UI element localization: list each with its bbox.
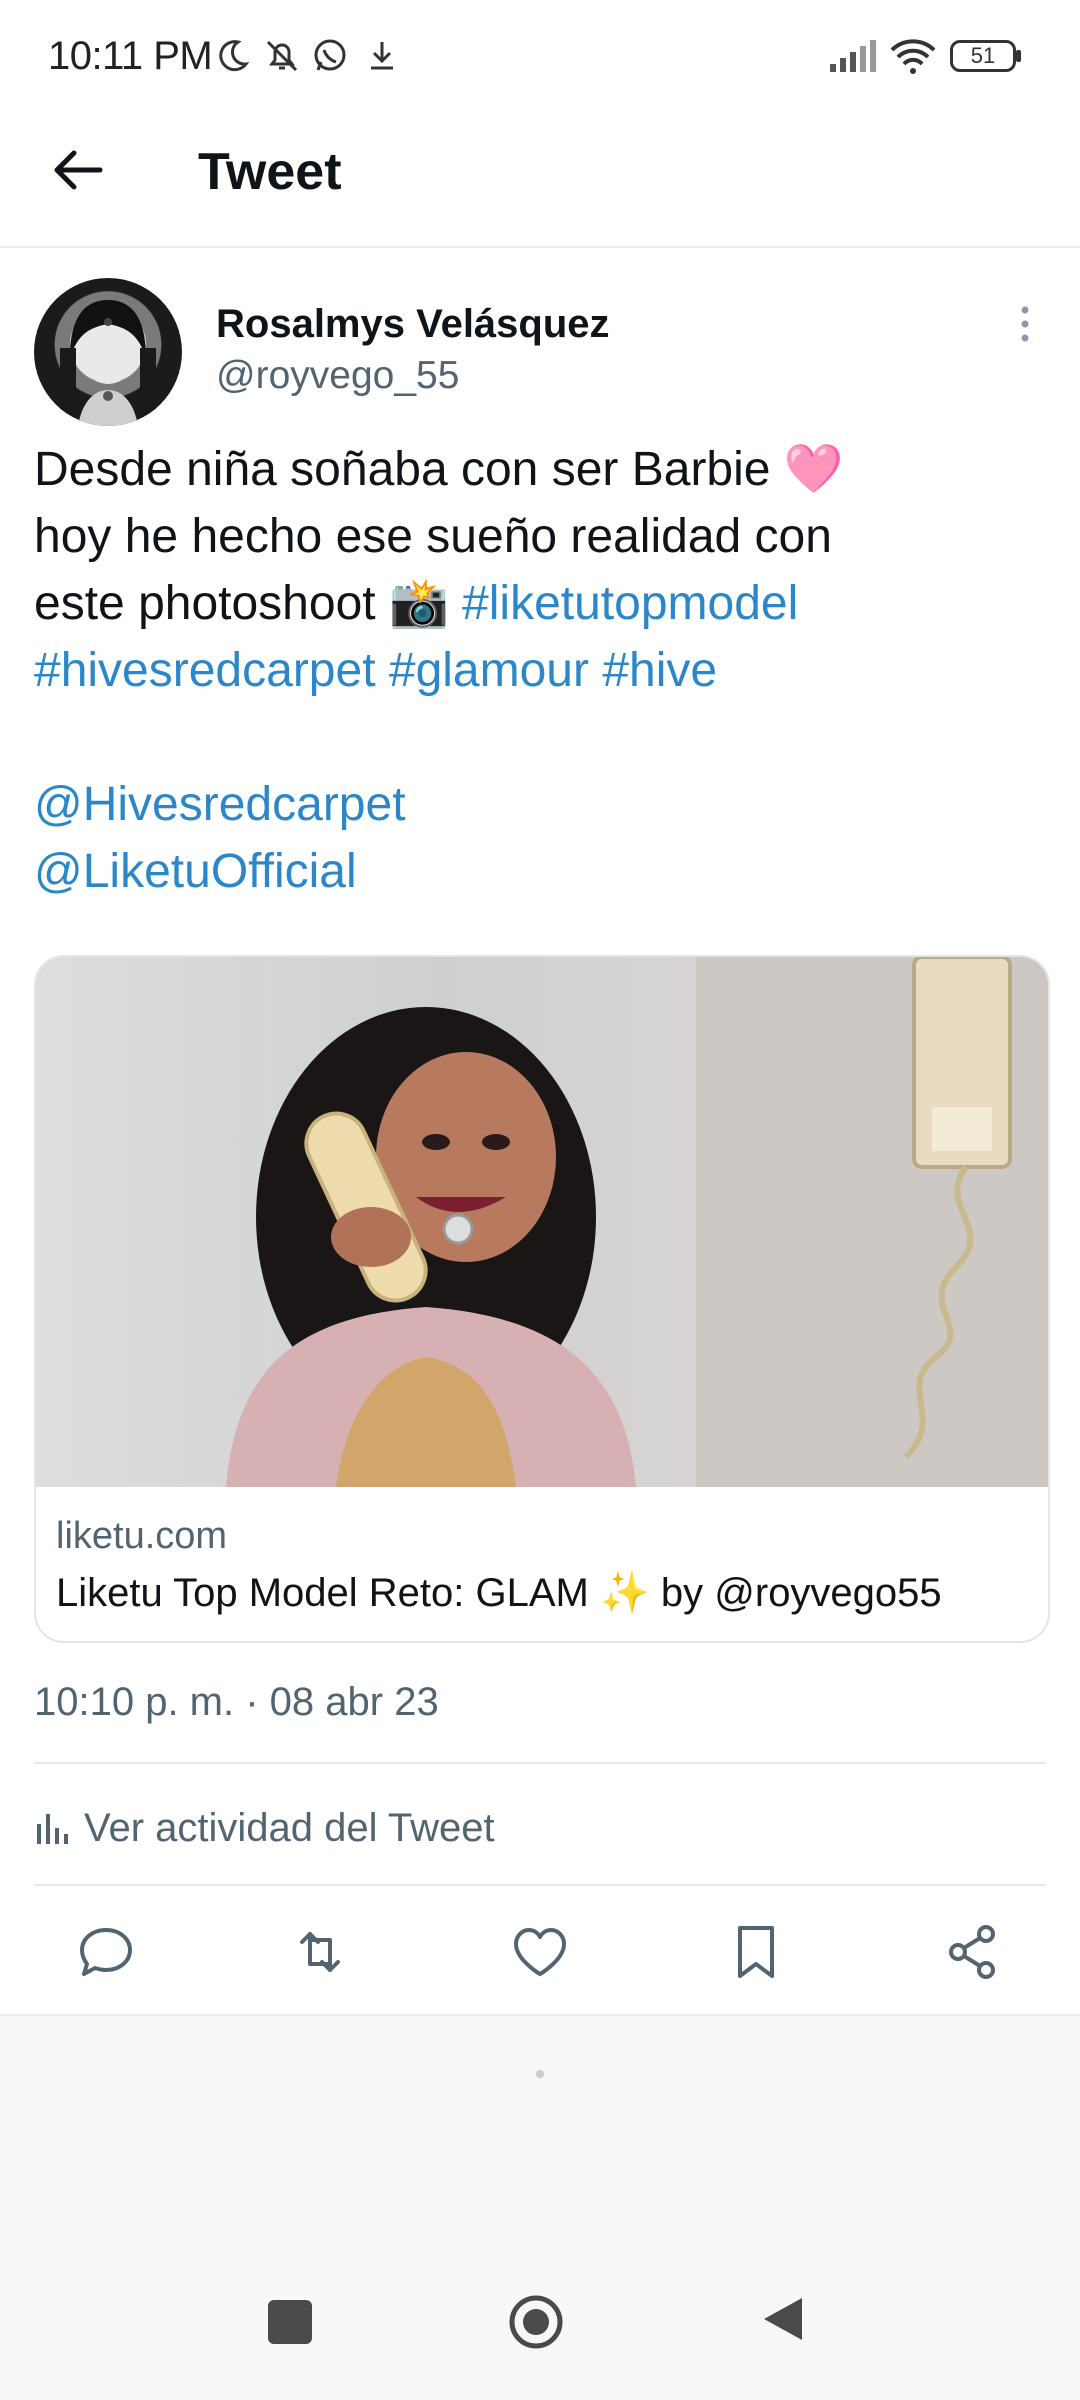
card-domain: liketu.com xyxy=(56,1515,228,1557)
signal-icon xyxy=(830,40,876,72)
avatar[interactable] xyxy=(34,278,182,426)
home-circle-icon[interactable] xyxy=(506,2292,566,2352)
arrow-left-icon[interactable] xyxy=(48,140,108,200)
like-icon[interactable] xyxy=(508,1920,572,1984)
moon-icon xyxy=(219,40,250,72)
hashtag-link[interactable]: #liketutopmodel xyxy=(462,577,798,630)
download-icon xyxy=(371,42,393,70)
bookmark-icon[interactable] xyxy=(724,1920,788,1984)
battery-icon: 51 xyxy=(950,40,1016,72)
photo-woman-on-phone xyxy=(226,957,1048,1487)
divider xyxy=(34,1884,1046,1886)
divider xyxy=(34,1762,1046,1764)
tweet-action-bar xyxy=(34,1912,1046,1992)
whatsapp-icon xyxy=(314,39,346,71)
wifi-icon xyxy=(890,39,936,74)
mention-link[interactable]: @Hivesredcarpet xyxy=(34,771,1044,838)
card-title: Liketu Top Model Reto: GLAM ✨ by @royveg… xyxy=(56,1571,942,1615)
status-bar: 10:11 PM 51 xyxy=(0,0,1080,116)
tweet-timestamp[interactable]: 10:10 p. m. · 08 abr 23 xyxy=(34,1680,439,1725)
reply-icon[interactable] xyxy=(74,1920,138,1984)
author-handle[interactable]: @royvego_55 xyxy=(216,354,459,398)
page-title: Tweet xyxy=(198,143,342,201)
tweet-text: Desde niña soñaba con ser Barbie 🩷 hoy h… xyxy=(34,436,1044,905)
author-name[interactable]: Rosalmys Velásquez xyxy=(216,302,610,347)
status-time: 10:11 PM xyxy=(48,34,213,78)
bell-off-icon xyxy=(266,40,298,72)
more-options-icon[interactable] xyxy=(1010,300,1040,350)
tweet-text-line: este photoshoot 📸 #liketutopmodel xyxy=(34,570,1044,637)
view-activity-label: Ver actividad del Tweet xyxy=(84,1805,495,1850)
mention-link[interactable]: @LiketuOfficial xyxy=(34,838,1044,905)
recents-square-icon[interactable] xyxy=(268,2300,312,2344)
top-app-bar xyxy=(0,116,1080,248)
share-icon[interactable] xyxy=(940,1920,1004,1984)
retweet-icon[interactable] xyxy=(288,1920,352,1984)
analytics-icon xyxy=(37,1814,68,1844)
link-preview-card[interactable]: liketu.com Liketu Top Model Reto: GLAM ✨… xyxy=(34,955,1050,1643)
tweet-text-plain: este photoshoot 📸 xyxy=(34,577,463,630)
loading-dot xyxy=(536,2070,544,2078)
battery-level: 51 xyxy=(970,43,996,68)
back-triangle-icon[interactable] xyxy=(758,2294,806,2344)
battery-tip xyxy=(1016,50,1021,62)
hashtag-links[interactable]: #hivesredcarpet #glamour #hive xyxy=(34,637,1044,704)
view-activity-link[interactable]: Ver actividad del Tweet xyxy=(34,1798,495,1858)
card-photo[interactable] xyxy=(36,957,1048,1487)
tweet-text-line: hoy he hecho ese sueño realidad con xyxy=(34,510,832,563)
tweet-text-line: Desde niña soñaba con ser Barbie 🩷 xyxy=(34,443,844,496)
avatar-portrait-image xyxy=(60,300,156,426)
